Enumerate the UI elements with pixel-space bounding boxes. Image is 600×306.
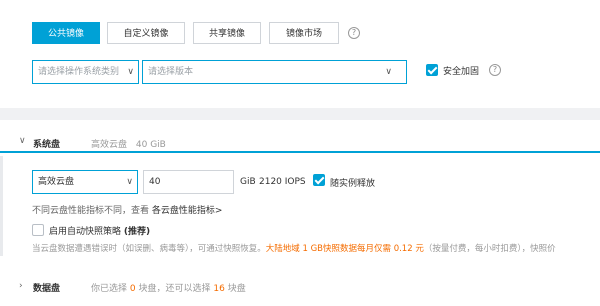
performance-note-text: 不同云盘性能指标不同，查看 — [32, 206, 150, 216]
version-select[interactable]: 请选择版本 ∨ — [142, 60, 407, 84]
system-disk-title: 系统盘 — [33, 140, 61, 150]
disk-type-value: 高效云盘 — [38, 177, 75, 187]
release-with-instance-checkbox[interactable] — [313, 174, 325, 186]
system-disk-summary-size: 40 GiB — [135, 140, 166, 150]
auto-snapshot-checkbox[interactable] — [32, 224, 44, 236]
selected-count: 0 — [129, 284, 136, 294]
help-icon[interactable]: ? — [348, 27, 360, 39]
snapshot-note: 当云盘数据遭遇错误时（如误删、病毒等），可通过快照恢复。大陆地域 1 GB快照数… — [32, 242, 556, 254]
security-hardening-label: 安全加固 — [443, 67, 480, 77]
chevron-down-icon: ∨ — [127, 67, 134, 77]
snapshot-note-prefix: 当云盘数据遭遇错误时（如误删、病毒等），可通过快照恢复。 — [32, 244, 266, 254]
expand-icon[interactable]: › — [19, 281, 23, 291]
auto-snapshot-text: 启用自动快照策略 — [49, 227, 122, 237]
os-category-placeholder: 请选择操作系统类别 — [38, 67, 120, 77]
system-disk-summary-type: 高效云盘 — [91, 140, 128, 150]
os-category-select[interactable]: 请选择操作系统类别 ∨ — [32, 60, 139, 84]
help-icon[interactable]: ? — [489, 64, 501, 76]
data-disk-note-suffix: 块盘 — [227, 284, 246, 294]
system-disk-summary: 高效云盘 40 GiB — [91, 137, 166, 150]
performance-link[interactable]: 各云盘性能指标> — [152, 206, 223, 216]
disk-type-select[interactable]: 高效云盘 ∨ — [32, 170, 138, 194]
snapshot-price-highlight: 大陆地域 1 GB快照数据每月仅需 0.12 元 — [265, 244, 424, 254]
chevron-down-icon: ∨ — [126, 177, 133, 187]
remaining-count: 16 — [213, 284, 225, 294]
tab-public-image[interactable]: 公共镜像 — [32, 22, 100, 44]
data-disk-note-middle: 块盘，还可以选择 — [138, 284, 211, 294]
data-disk-title: 数据盘 — [33, 284, 61, 294]
collapse-icon[interactable]: ∨ — [19, 136, 26, 146]
chevron-down-icon: ∨ — [385, 67, 392, 77]
data-disk-note-prefix: 你已选择 — [91, 284, 128, 294]
tab-custom-image[interactable]: 自定义镜像 — [107, 22, 185, 44]
disk-size-input[interactable]: 40 — [143, 170, 234, 194]
section-underline — [0, 151, 600, 153]
tab-shared-image[interactable]: 共享镜像 — [193, 22, 261, 44]
release-with-instance-label: 随实例释放 — [330, 179, 376, 189]
snapshot-note-suffix: （按量付费，每小时扣费），快照价 — [423, 244, 556, 254]
section-divider — [0, 156, 3, 256]
tab-image-market[interactable]: 镜像市场 — [269, 22, 339, 44]
version-placeholder: 请选择版本 — [148, 67, 194, 77]
image-section: 公共镜像 自定义镜像 共享镜像 镜像市场 ? 请选择操作系统类别 ∨ 请选择版本… — [0, 0, 600, 108]
disk-performance-note: 不同云盘性能指标不同，查看 各云盘性能指标> — [32, 203, 222, 216]
data-disk-note: 你已选择 0 块盘，还可以选择 16 块盘 — [91, 281, 246, 294]
disk-iops: 2120 IOPS — [259, 177, 306, 187]
recommend-tag: (推荐) — [123, 227, 151, 237]
security-hardening-checkbox[interactable] — [426, 64, 438, 76]
disk-size-unit: GiB — [240, 177, 256, 187]
auto-snapshot-label: 启用自动快照策略 (推荐) — [49, 224, 150, 237]
